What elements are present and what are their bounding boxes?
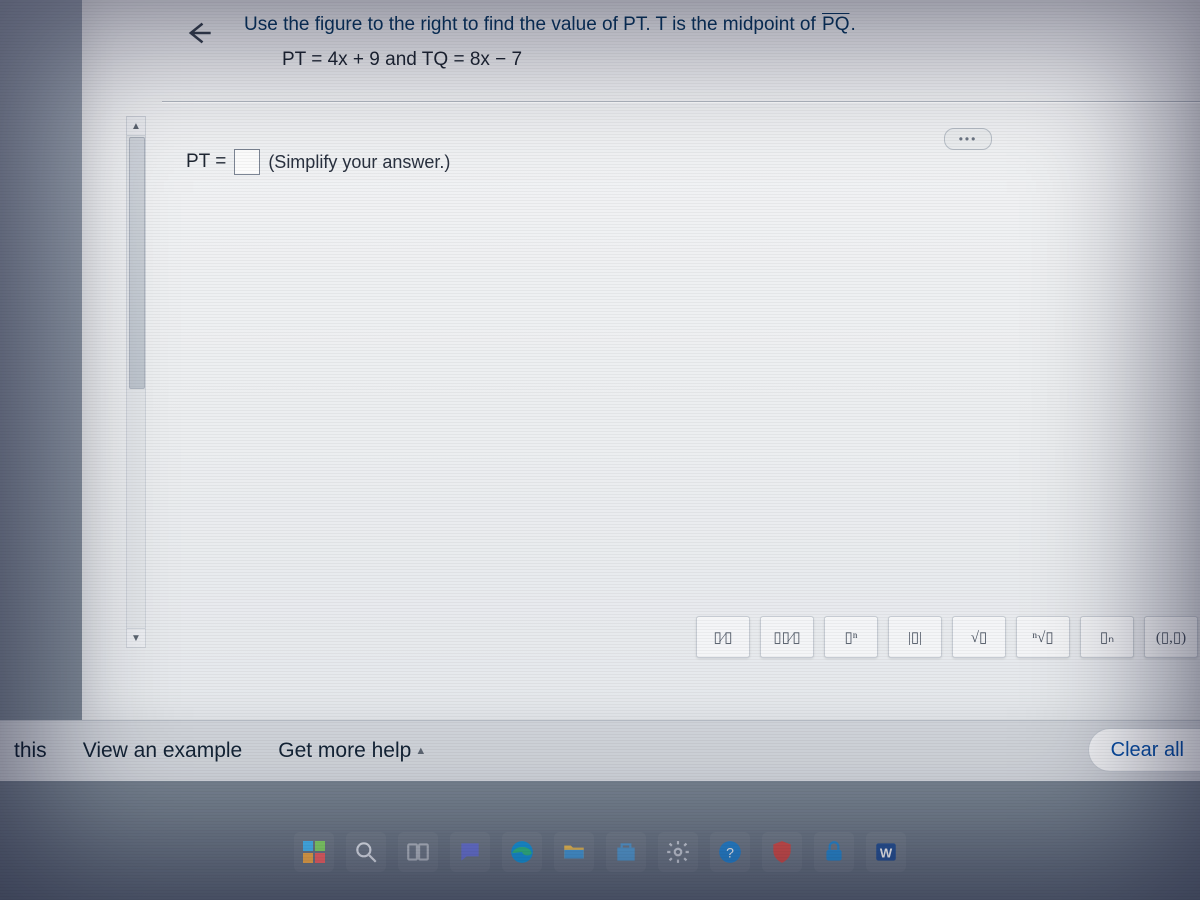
store-icon[interactable]	[606, 832, 646, 872]
question-prompt: Use the figure to the right to find the …	[244, 10, 1200, 39]
windows-taskbar: ? W	[0, 824, 1200, 880]
scroll-down-button[interactable]: ▼	[127, 628, 145, 647]
svg-text:?: ?	[726, 844, 734, 860]
more-options-button[interactable]: •••	[944, 128, 992, 150]
scroll-up-button[interactable]: ▲	[127, 117, 145, 136]
screen: Use the figure to the right to find the …	[0, 0, 1200, 900]
subscript-btn[interactable]: ▯ₙ	[1080, 616, 1134, 658]
task-view-icon[interactable]	[398, 832, 438, 872]
view-example-link[interactable]: View an example	[83, 739, 243, 763]
absolute-value-btn[interactable]: |▯|	[888, 616, 942, 658]
question-panel: Use the figure to the right to find the …	[82, 0, 1200, 720]
this-link[interactable]: this	[14, 739, 47, 763]
square-root-btn[interactable]: √▯	[952, 616, 1006, 658]
windows-logo-icon	[303, 841, 325, 863]
nth-root-btn[interactable]: ⁿ√▯	[1016, 616, 1070, 658]
divider	[162, 101, 1200, 103]
svg-text:W: W	[880, 845, 893, 860]
given-values: PT = 4x + 9 and TQ = 8x − 7	[282, 49, 1200, 71]
clear-all-label: Clear all	[1111, 739, 1184, 762]
arrow-left-icon	[185, 19, 213, 47]
ordered-pair-btn[interactable]: (▯,▯)	[1144, 616, 1198, 658]
get-more-help-label: Get more help	[278, 739, 411, 763]
settings-icon[interactable]	[658, 832, 698, 872]
prompt-suffix: .	[850, 14, 855, 35]
word-icon[interactable]: W	[866, 832, 906, 872]
answer-input[interactable]	[234, 149, 260, 175]
answer-hint: (Simplify your answer.)	[268, 152, 450, 173]
file-explorer-icon[interactable]	[554, 832, 594, 872]
back-button[interactable]	[180, 14, 218, 52]
exponent-btn[interactable]: ▯ⁿ	[824, 616, 878, 658]
answer-row: PT = (Simplify your answer.)	[186, 149, 1200, 175]
security-icon[interactable]	[814, 832, 854, 872]
get-more-help-link[interactable]: Get more help ▲	[278, 739, 426, 763]
shield-icon[interactable]	[762, 832, 802, 872]
mixed-fraction-btn[interactable]: ▯▯⁄▯	[760, 616, 814, 658]
segment-pq-overline: PQ	[821, 14, 850, 35]
tips-icon[interactable]: ?	[710, 832, 750, 872]
answer-lhs: PT =	[186, 151, 226, 173]
prompt-prefix: Use the figure to the right to find the …	[244, 14, 821, 35]
vertical-scrollbar[interactable]: ▲ ▼	[126, 116, 146, 648]
ellipsis-icon: •••	[959, 132, 978, 146]
chat-icon[interactable]	[450, 832, 490, 872]
math-palette: ▯⁄▯▯▯⁄▯▯ⁿ|▯|√▯ⁿ√▯▯ₙ(▯,▯)	[696, 616, 1200, 658]
caret-up-icon: ▲	[415, 745, 426, 757]
fraction-btn[interactable]: ▯⁄▯	[696, 616, 750, 658]
clear-all-button[interactable]: Clear all	[1088, 728, 1200, 772]
start-icon[interactable]	[294, 832, 334, 872]
scroll-thumb[interactable]	[129, 137, 145, 389]
edge-icon[interactable]	[502, 832, 542, 872]
footer-bar: this View an example Get more help ▲	[0, 720, 1200, 781]
search-icon[interactable]	[346, 832, 386, 872]
